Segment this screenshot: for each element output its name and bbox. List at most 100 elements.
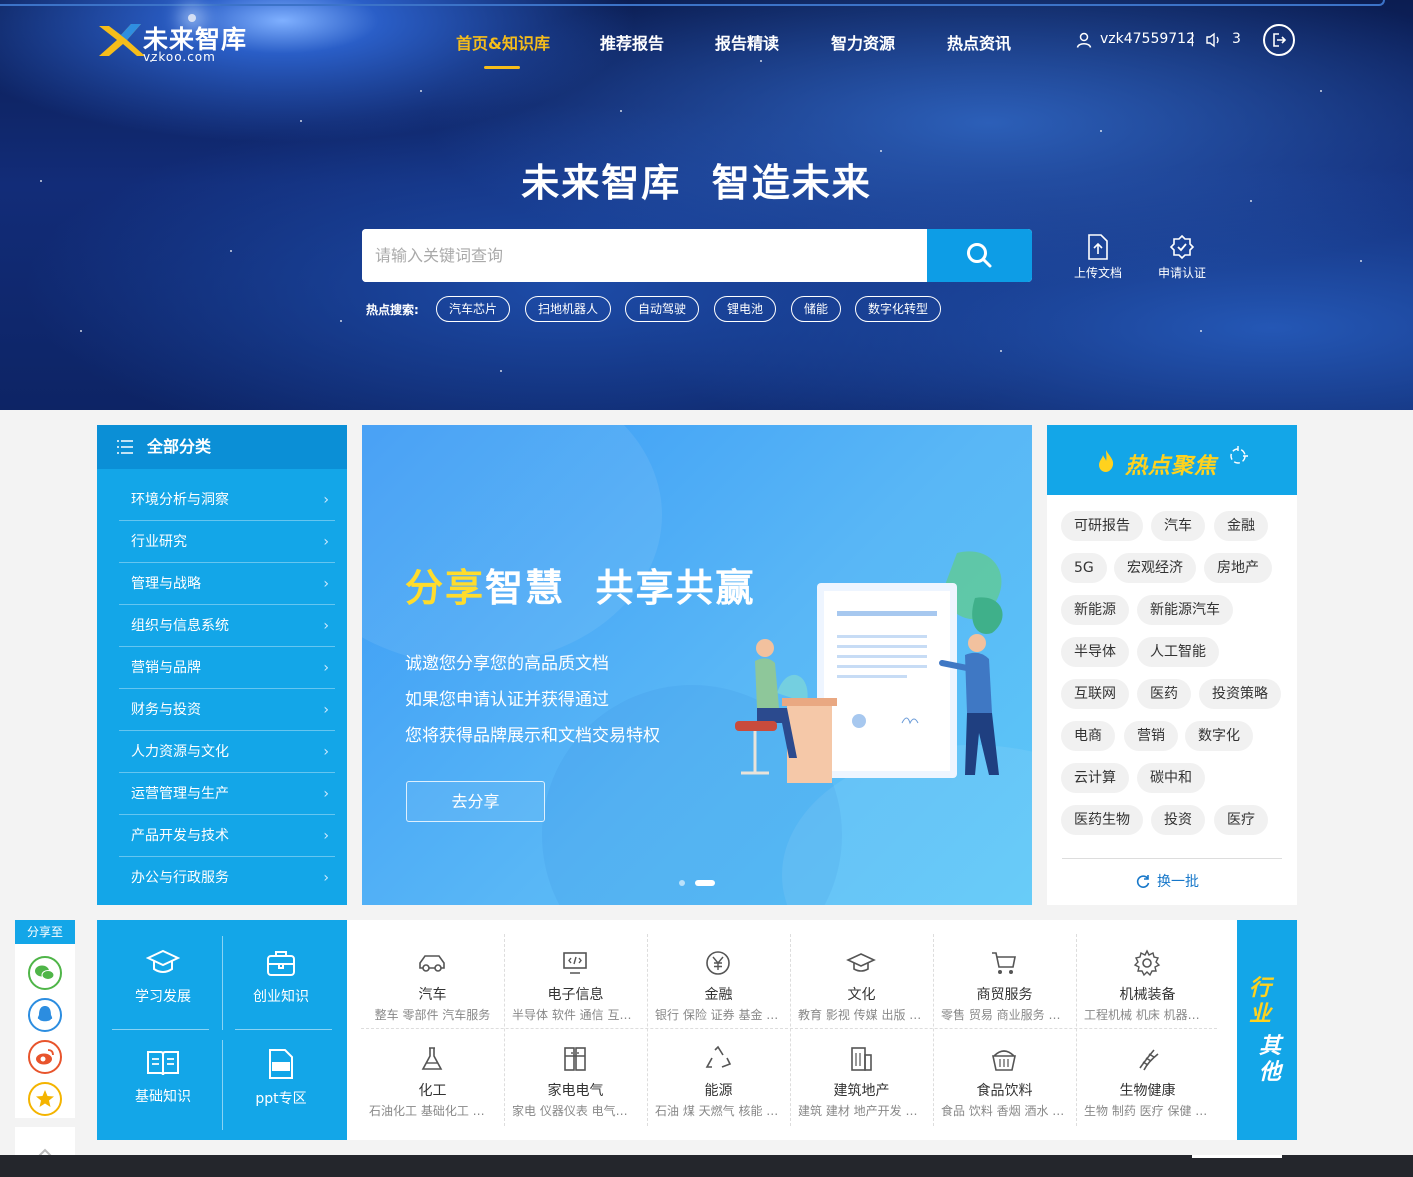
hot-focus-tag[interactable]: 投资 <box>1151 805 1205 835</box>
category-item[interactable]: 运营管理与生产 › <box>119 773 335 815</box>
site-logo[interactable]: 未来智库 vzkoo.com <box>97 16 267 64</box>
promo-carousel[interactable]: 分享智慧 共享共赢 诚邀您分享您的高品质文档 如果您申请认证并获得通过 您将获得… <box>362 425 1032 905</box>
hot-search-tag[interactable]: 汽车芯片 <box>436 296 511 322</box>
hot-focus-tag[interactable]: 投资策略 <box>1199 679 1281 709</box>
hot-search-tag[interactable]: 扫地机器人 <box>525 296 612 322</box>
banner-line: 诚邀您分享您的高品质文档 <box>405 654 609 674</box>
category-item-label: 管理与战略 <box>131 576 201 592</box>
user-separator: | <box>1190 31 1195 47</box>
hot-focus-tag[interactable]: 半导体 <box>1061 637 1129 667</box>
hot-focus-tag[interactable]: 新能源汽车 <box>1137 595 1233 625</box>
hot-focus-tag[interactable]: 汽车 <box>1151 511 1205 541</box>
nav-recommended-reports[interactable]: 推荐报告 <box>600 30 664 54</box>
industry-name: 家电电气 <box>547 1083 604 1099</box>
industry-cell[interactable]: 金融 银行 保险 证券 基金 信托 <box>647 920 790 1022</box>
basic-knowledge-link[interactable]: 基础知识 <box>104 1048 222 1106</box>
nav-intellectual-resources[interactable]: 智力资源 <box>831 30 895 54</box>
industry-cell[interactable]: 能源 石油 煤 天燃气 核能 电力 <box>647 1016 790 1118</box>
logout-button[interactable] <box>1263 24 1295 56</box>
hot-focus-tag[interactable]: 5G <box>1061 553 1107 583</box>
category-item[interactable]: 人力资源与文化 › <box>119 731 335 773</box>
wechat-icon[interactable] <box>28 956 62 990</box>
notification-count[interactable]: 3 <box>1232 31 1241 47</box>
hot-focus-tag[interactable]: 数字化 <box>1185 721 1253 751</box>
learning-development-link[interactable]: 学习发展 <box>104 948 222 1006</box>
chevron-right-icon: › <box>323 576 329 592</box>
hot-focus-tag[interactable]: 医药 <box>1137 679 1191 709</box>
banner-line: 您将获得品牌展示和文档交易特权 <box>405 726 660 746</box>
industry-subtitle: 家电 仪器仪表 电气设备 <box>512 1104 639 1118</box>
hot-focus-tag[interactable]: 宏观经济 <box>1114 553 1196 583</box>
apply-certification-button[interactable]: 申请认证 <box>1152 234 1212 281</box>
upload-document-label: 上传文档 <box>1073 266 1122 280</box>
other-industries-button[interactable]: 行业 其他 <box>1237 920 1297 1140</box>
hot-focus-tag[interactable]: 金融 <box>1214 511 1268 541</box>
search-button[interactable] <box>927 229 1032 282</box>
nav-home-knowledge[interactable]: 首页&知识库 <box>456 30 550 54</box>
nav-hot-news[interactable]: 热点资讯 <box>947 30 1011 54</box>
carousel-dot-active[interactable] <box>695 880 715 886</box>
hot-focus-tag[interactable]: 医药生物 <box>1061 805 1143 835</box>
upload-document-button[interactable]: 上传文档 <box>1068 234 1128 281</box>
other-industries-line1: 行业 <box>1249 976 1272 1027</box>
username[interactable]: vzk47559712 <box>1100 31 1195 47</box>
category-item[interactable]: 财务与投资 › <box>119 689 335 731</box>
industry-grid: 汽车 整车 零部件 汽车服务 电子信息 半导体 软件 通信 互联网 金融 银行 … <box>347 920 1237 1140</box>
hot-focus-tag[interactable]: 可研报告 <box>1061 511 1143 541</box>
share-now-button[interactable]: 去分享 <box>406 781 545 822</box>
category-header: 全部分类 <box>97 425 347 469</box>
category-item[interactable]: 管理与战略 › <box>119 563 335 605</box>
hot-search-tag[interactable]: 锂电池 <box>714 296 777 322</box>
ppt-zone-link[interactable]: ppt专区 <box>222 1048 340 1108</box>
hot-search-tag[interactable]: 储能 <box>791 296 842 322</box>
hot-focus-tag[interactable]: 房地产 <box>1204 553 1272 583</box>
refresh-batch-button[interactable]: 换一批 <box>1135 871 1199 891</box>
category-item-label: 办公与行政服务 <box>131 870 229 886</box>
nav-report-reading[interactable]: 报告精读 <box>715 30 779 54</box>
weibo-icon[interactable] <box>28 1040 62 1074</box>
industry-cell[interactable]: 机械装备 工程机械 机床 机器人 仪器 <box>1076 920 1219 1022</box>
category-item[interactable]: 产品开发与技术 › <box>119 815 335 857</box>
banner-illustration <box>735 551 1003 783</box>
hot-focus-tag[interactable]: 新能源 <box>1061 595 1129 625</box>
chevron-right-icon: › <box>323 870 329 886</box>
carousel-dot[interactable] <box>679 880 685 886</box>
industry-cell[interactable]: 电子信息 半导体 软件 通信 互联网 <box>504 920 647 1022</box>
banner-title: 分享智慧 共享共赢 <box>405 557 755 612</box>
industry-cell[interactable]: 文化 教育 影视 传媒 出版 体育 <box>790 920 933 1022</box>
hot-focus-tag[interactable]: 医疗 <box>1214 805 1268 835</box>
startup-knowledge-link[interactable]: 创业知识 <box>222 948 340 1006</box>
industry-cell[interactable]: 商贸服务 零售 贸易 商业服务 物流 <box>933 920 1076 1022</box>
category-item[interactable]: 营销与品牌 › <box>119 647 335 689</box>
speaker-icon[interactable] <box>1205 32 1223 52</box>
hot-focus-tag[interactable]: 人工智能 <box>1137 637 1219 667</box>
category-item[interactable]: 组织与信息系统 › <box>119 605 335 647</box>
industry-cell[interactable]: 化工 石油化工 基础化工 化纤 <box>361 1016 504 1118</box>
industry-subtitle: 食品 饮料 香烟 酒水 餐饮 <box>941 1104 1068 1118</box>
industry-name: 商贸服务 <box>976 987 1033 1003</box>
graduation-cap-icon <box>846 953 876 972</box>
category-item[interactable]: 行业研究 › <box>119 521 335 563</box>
search-input[interactable] <box>362 229 927 282</box>
industry-cell[interactable]: 生物健康 生物 制药 医疗 保健 器械 <box>1076 1016 1219 1118</box>
hot-search-tag[interactable]: 数字化转型 <box>855 296 942 322</box>
hot-focus-tag[interactable]: 碳中和 <box>1137 763 1205 793</box>
hot-focus-tag[interactable]: 电商 <box>1061 721 1115 751</box>
industry-name: 化工 <box>418 1083 447 1099</box>
qq-icon[interactable] <box>28 998 62 1032</box>
hot-focus-tag[interactable]: 互联网 <box>1061 679 1129 709</box>
industry-name: 文化 <box>847 987 876 1003</box>
industry-cell[interactable]: 建筑地产 建筑 建材 地产开发 物业 <box>790 1016 933 1118</box>
qzone-icon[interactable] <box>28 1082 62 1116</box>
hot-focus-tag[interactable]: 云计算 <box>1061 763 1129 793</box>
ppt-zone-label: ppt专区 <box>255 1091 307 1107</box>
category-item[interactable]: 环境分析与洞察 › <box>119 479 335 521</box>
industry-cell[interactable]: 汽车 整车 零部件 汽车服务 <box>361 920 504 1022</box>
category-item[interactable]: 办公与行政服务 › <box>119 857 335 899</box>
hot-search-label: 热点搜索: <box>366 303 419 317</box>
hot-search-tag[interactable]: 自动驾驶 <box>625 296 700 322</box>
footer-accent <box>1192 1155 1282 1158</box>
industry-cell[interactable]: 家电电气 家电 仪器仪表 电气设备 <box>504 1016 647 1118</box>
hot-focus-tag[interactable]: 营销 <box>1124 721 1178 751</box>
industry-cell[interactable]: 食品饮料 食品 饮料 香烟 酒水 餐饮 <box>933 1016 1076 1118</box>
